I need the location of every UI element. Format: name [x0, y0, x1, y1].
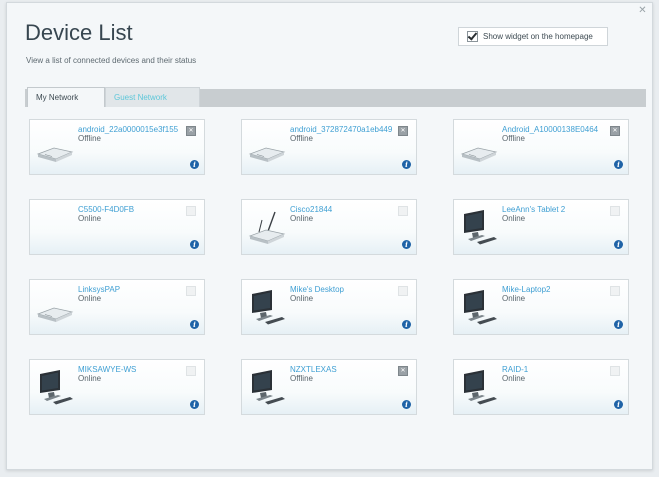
remove-device-icon: ✕ [186, 286, 196, 296]
desktop-computer-icon [458, 288, 500, 328]
device-status: Online [78, 294, 102, 303]
device-card[interactable]: android_22a0000015e3f155 Offline ✕ i [29, 119, 205, 175]
info-icon[interactable]: i [402, 320, 411, 329]
info-icon[interactable]: i [614, 400, 623, 409]
device-card[interactable]: LeeAnn's Tablet 2 Online ✕ i [453, 199, 629, 255]
device-card[interactable]: Android_A10000138E0464 Offline ✕ i [453, 119, 629, 175]
device-status: Offline [290, 134, 313, 143]
desktop-computer-icon [34, 368, 76, 408]
show-widget-toggle[interactable]: Show widget on the homepage [458, 27, 608, 46]
remove-device-icon: ✕ [398, 286, 408, 296]
device-status: Online [78, 374, 102, 383]
device-card[interactable]: android_372872470a1eb449 Offline ✕ i [241, 119, 417, 175]
close-widget-icon[interactable]: ✕ [638, 6, 647, 16]
device-name: MIKSAWYE-WS [78, 365, 137, 374]
device-card[interactable]: Cisco21844 Online ✕ i [241, 199, 417, 255]
desktop-computer-icon [458, 208, 500, 248]
device-status: Online [290, 214, 314, 223]
device-status: Online [502, 214, 526, 223]
device-name: LinksysPAP [78, 285, 121, 294]
remove-device-icon[interactable]: ✕ [398, 126, 408, 136]
device-name: android_372872470a1eb449 [290, 125, 393, 134]
device-name: Mike-Laptop2 [502, 285, 551, 294]
show-widget-label: Show widget on the homepage [483, 32, 593, 41]
device-status: Online [290, 294, 314, 303]
remove-device-icon: ✕ [610, 206, 620, 216]
device-name: LeeAnn's Tablet 2 [502, 205, 566, 214]
remove-device-icon: ✕ [610, 286, 620, 296]
device-status: Offline [502, 134, 525, 143]
device-grid: android_22a0000015e3f155 Offline ✕ i androi… [25, 107, 646, 447]
device-name: NZXTLEXAS [290, 365, 337, 374]
info-icon[interactable]: i [614, 320, 623, 329]
device-card[interactable]: C5500-F4D0FB Online ✕ i [29, 199, 205, 255]
device-list-widget: ✕ Device List View a list of connected d… [6, 2, 653, 470]
page-title: Device List [25, 20, 133, 45]
router-icon [458, 128, 500, 168]
device-status: Offline [290, 374, 313, 383]
info-icon[interactable]: i [402, 240, 411, 249]
remove-device-icon: ✕ [610, 366, 620, 376]
info-icon[interactable]: i [614, 240, 623, 249]
info-icon[interactable]: i [190, 320, 199, 329]
info-icon[interactable]: i [190, 240, 199, 249]
info-icon[interactable]: i [190, 160, 199, 169]
desktop-computer-icon [246, 288, 288, 328]
device-status: Online [502, 374, 526, 383]
remove-device-icon: ✕ [186, 366, 196, 376]
page-subtitle: View a list of connected devices and the… [26, 56, 197, 65]
show-widget-checkbox[interactable] [467, 31, 478, 42]
device-card[interactable]: Mike's Desktop Online ✕ i [241, 279, 417, 335]
remove-device-icon[interactable]: ✕ [398, 366, 408, 376]
wireless-router-icon [246, 208, 288, 248]
network-tab-bar: My Network Guest Network [25, 87, 646, 107]
device-card[interactable]: Mike-Laptop2 Online ✕ i [453, 279, 629, 335]
tab-my-network[interactable]: My Network [27, 87, 105, 107]
router-icon [34, 288, 76, 328]
device-status: Online [502, 294, 526, 303]
device-status: Online [78, 214, 102, 223]
router-icon [34, 128, 76, 168]
info-icon[interactable]: i [402, 160, 411, 169]
tab-guest-network[interactable]: Guest Network [105, 87, 200, 107]
device-name: Mike's Desktop [290, 285, 344, 294]
remove-device-icon[interactable]: ✕ [610, 126, 620, 136]
remove-device-icon: ✕ [186, 206, 196, 216]
device-card[interactable]: RAID-1 Online ✕ i [453, 359, 629, 415]
device-card[interactable]: LinksysPAP Online ✕ i [29, 279, 205, 335]
desktop-computer-icon [458, 368, 500, 408]
info-icon[interactable]: i [402, 400, 411, 409]
device-name: Cisco21844 [290, 205, 333, 214]
desktop-computer-icon [246, 368, 288, 408]
info-icon[interactable]: i [190, 400, 199, 409]
device-name: C5500-F4D0FB [78, 205, 135, 214]
device-card[interactable]: MIKSAWYE-WS Online ✕ i [29, 359, 205, 415]
remove-device-icon: ✕ [398, 206, 408, 216]
remove-device-icon[interactable]: ✕ [186, 126, 196, 136]
info-icon[interactable]: i [614, 160, 623, 169]
device-name: RAID-1 [502, 365, 529, 374]
device-name: android_22a0000015e3f155 [78, 125, 179, 134]
device-status: Offline [78, 134, 101, 143]
device-name: Android_A10000138E0464 [502, 125, 599, 134]
device-card[interactable]: NZXTLEXAS Offline ✕ i [241, 359, 417, 415]
router-icon [246, 128, 288, 168]
